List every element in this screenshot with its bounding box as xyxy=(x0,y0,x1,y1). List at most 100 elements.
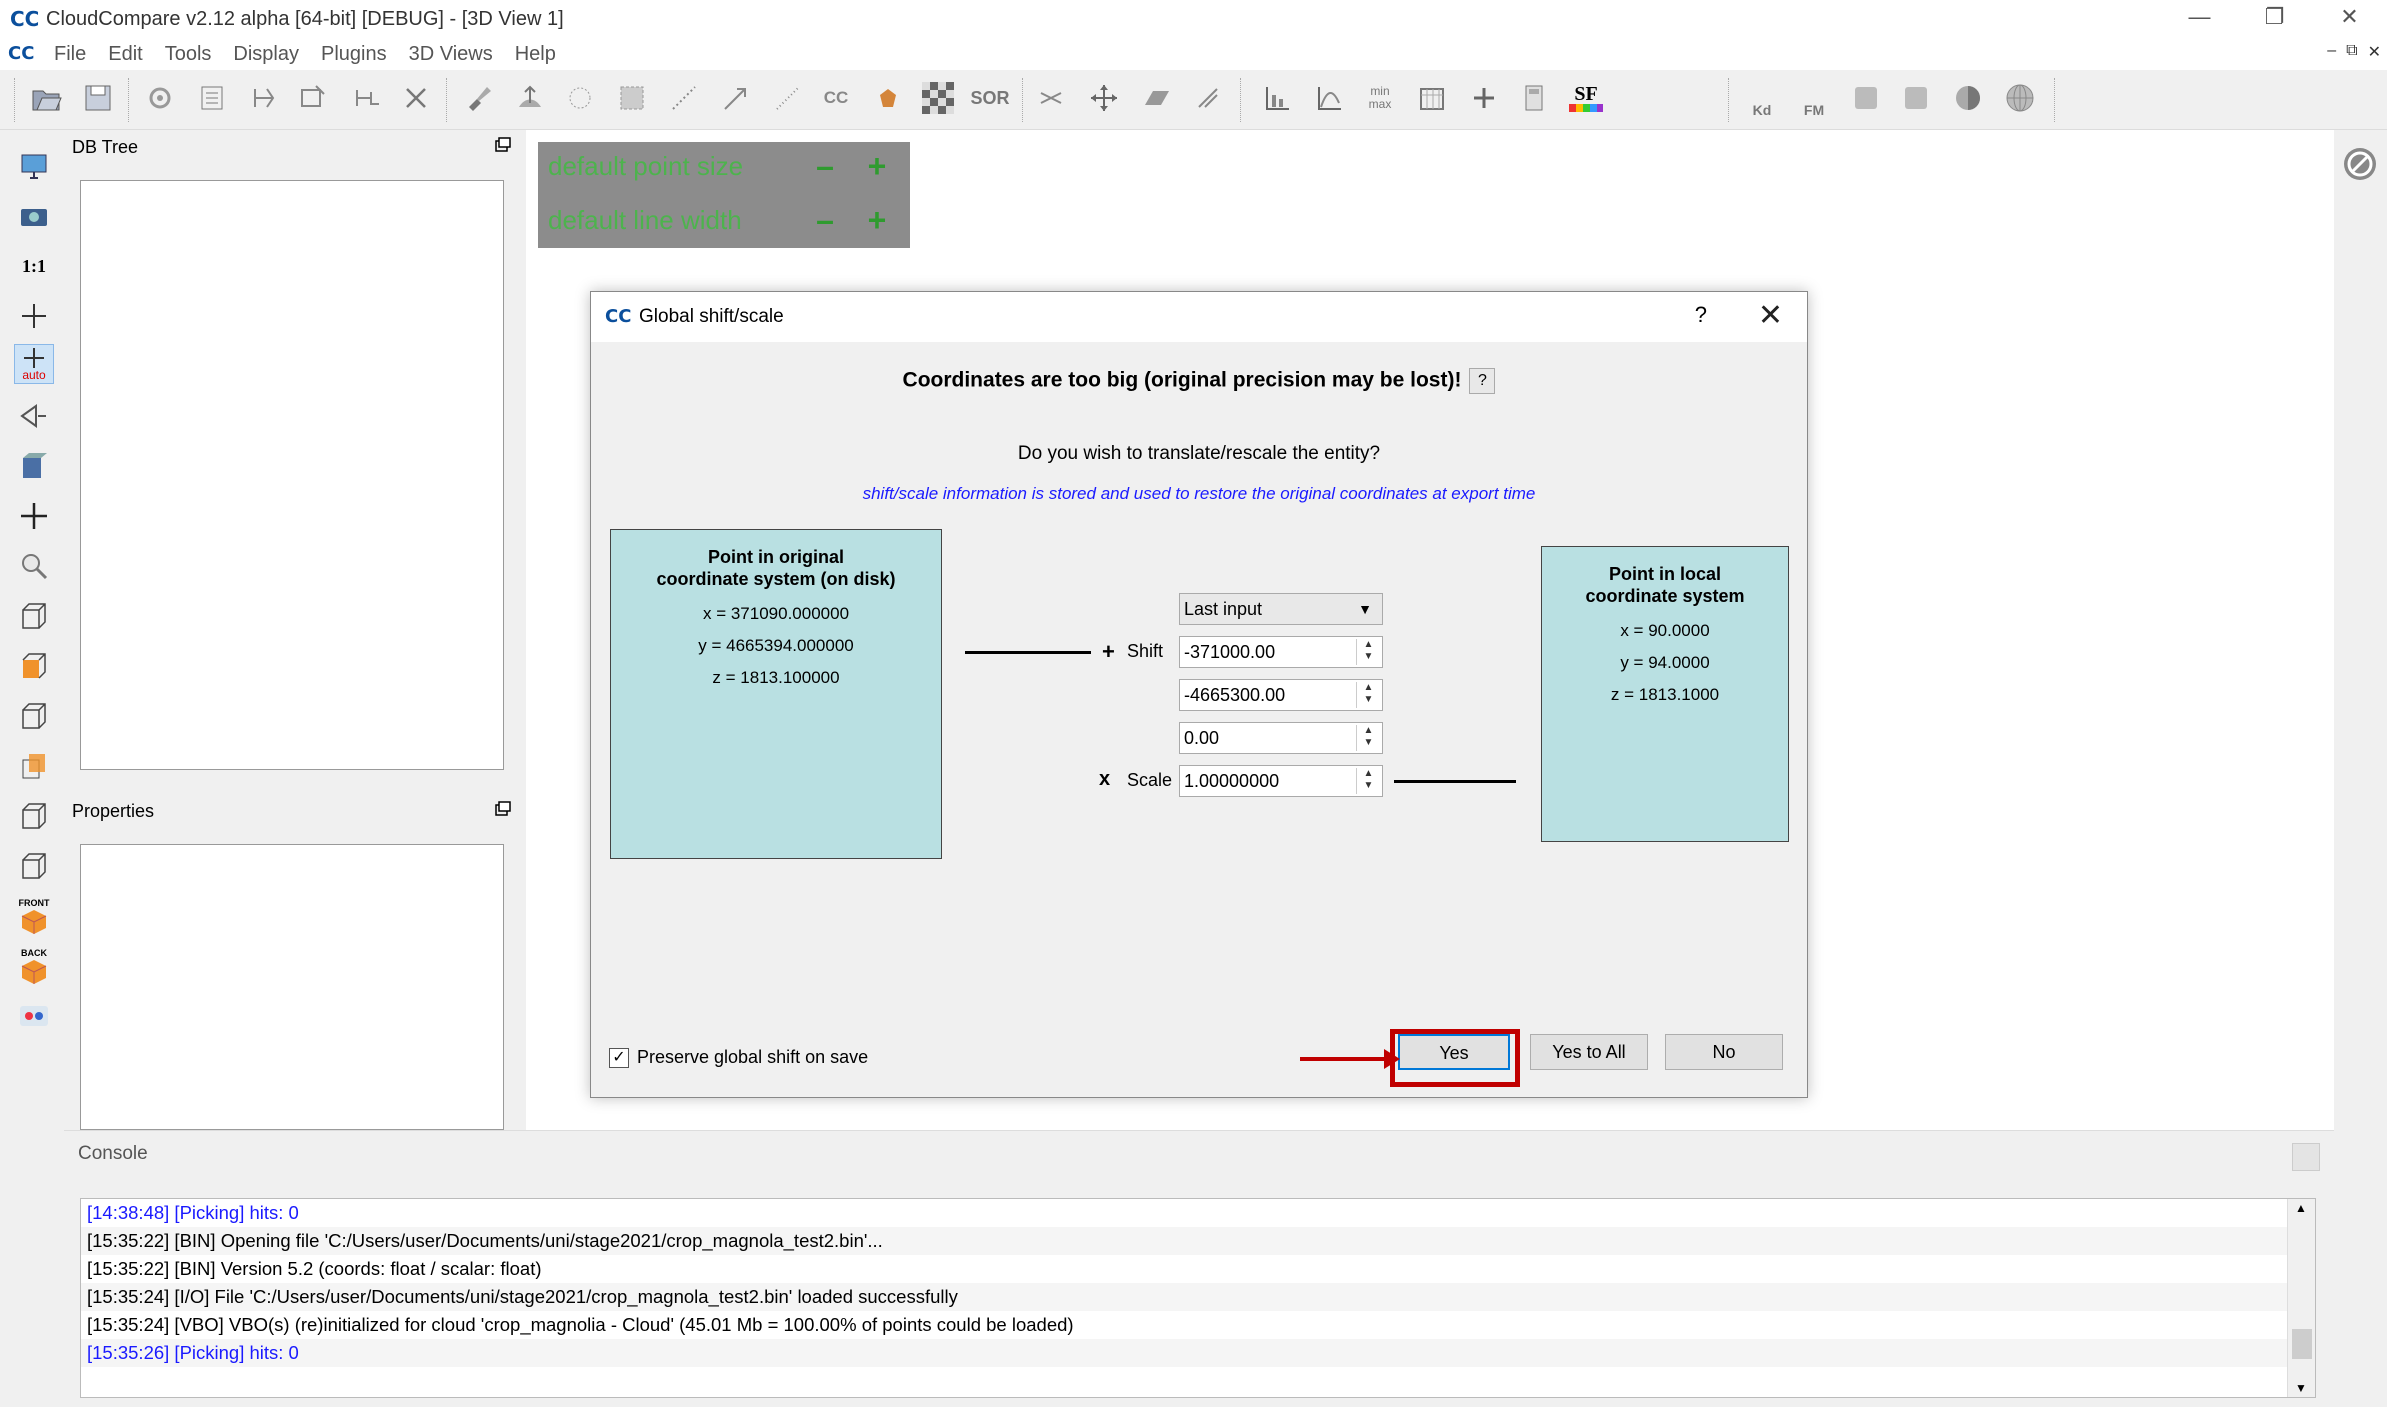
monitor-icon[interactable] xyxy=(14,146,54,186)
stereo-icon[interactable] xyxy=(14,996,54,1036)
sf-icon[interactable]: SF xyxy=(1566,78,1606,118)
checkerboard-icon[interactable] xyxy=(918,78,958,118)
point-size-minus-button[interactable]: – xyxy=(808,149,842,183)
calculator-icon[interactable] xyxy=(1514,78,1554,118)
menu-edit[interactable]: Edit xyxy=(108,43,142,66)
toolbar-grip[interactable] xyxy=(14,78,16,122)
menu-3d-views[interactable]: 3D Views xyxy=(409,43,493,66)
delete-icon[interactable] xyxy=(396,78,436,118)
disable-icon[interactable] xyxy=(2340,144,2380,184)
mdi-close-button[interactable]: ✕ xyxy=(2368,42,2381,62)
db-tree-view[interactable] xyxy=(80,180,504,770)
close-window-button[interactable]: ✕ xyxy=(2312,0,2387,34)
gear-icon[interactable] xyxy=(140,78,180,118)
scissors-icon[interactable] xyxy=(1032,78,1072,118)
properties-view[interactable] xyxy=(80,844,504,1130)
rotate-move-icon[interactable] xyxy=(14,496,54,536)
mdi-minimize-button[interactable]: – xyxy=(2327,42,2336,62)
camera-icon[interactable] xyxy=(14,196,54,236)
subsample-icon[interactable] xyxy=(294,78,334,118)
right-view-icon[interactable] xyxy=(14,796,54,836)
left-view-icon[interactable] xyxy=(14,696,54,736)
console-undock-button[interactable] xyxy=(2292,1143,2320,1171)
console-log[interactable]: [14:38:48] [Picking] hits: 0 [15:35:22] … xyxy=(80,1198,2316,1398)
mdi-restore-button[interactable]: ⧉ xyxy=(2346,42,2357,62)
menu-file[interactable]: File xyxy=(54,43,86,66)
preserve-shift-checkbox[interactable]: ✓ Preserve global shift on save xyxy=(609,1047,868,1068)
plane-icon[interactable] xyxy=(1136,78,1176,118)
perspective-icon[interactable] xyxy=(14,396,54,436)
segment-icon[interactable] xyxy=(348,78,388,118)
menu-plugins[interactable]: Plugins xyxy=(321,43,387,66)
sor-icon[interactable]: SOR xyxy=(970,78,1010,118)
measure-icon[interactable] xyxy=(1188,78,1228,118)
menu-tools[interactable]: Tools xyxy=(165,43,212,66)
back-iso-icon[interactable]: BACK xyxy=(14,946,54,986)
cube-view-icon[interactable] xyxy=(14,446,54,486)
minimize-button[interactable]: — xyxy=(2162,0,2237,34)
no-button[interactable]: No xyxy=(1665,1034,1783,1070)
csv-export-icon[interactable] xyxy=(1846,78,1886,118)
scatter-icon[interactable] xyxy=(768,78,808,118)
sphere-shade-icon[interactable] xyxy=(1948,78,1988,118)
brush-icon[interactable] xyxy=(458,78,498,118)
back-view-icon[interactable] xyxy=(14,746,54,786)
shift-y-spinbox[interactable]: -4665300.00 ▲ ▼ xyxy=(1179,679,1383,711)
dialog-help-button[interactable]: ? xyxy=(1695,302,1707,328)
sample-icon[interactable] xyxy=(664,78,704,118)
scale-spinbox[interactable]: 1.00000000 ▲ ▼ xyxy=(1179,765,1383,797)
warning-help-button[interactable]: ? xyxy=(1469,368,1496,394)
console-scrollbar[interactable]: ▲ ▼ xyxy=(2287,1199,2315,1397)
kd-tree-icon[interactable]: Kd xyxy=(1742,78,1782,118)
pivot-icon[interactable] xyxy=(14,296,54,336)
scroll-down-icon[interactable]: ▼ xyxy=(2295,1381,2307,1395)
shift-z-spinbox[interactable]: 0.00 ▲ ▼ xyxy=(1179,722,1383,754)
octree-icon[interactable] xyxy=(560,78,600,118)
spin-arrows-icon[interactable]: ▲ ▼ xyxy=(1356,768,1380,794)
cc-icon[interactable]: CC xyxy=(816,78,856,118)
csv-import-icon[interactable] xyxy=(1896,78,1936,118)
restore-button[interactable]: ❐ xyxy=(2237,0,2312,34)
line-width-plus-button[interactable]: + xyxy=(860,203,894,237)
front-iso-icon[interactable]: FRONT xyxy=(14,896,54,936)
front-view-icon[interactable] xyxy=(14,646,54,686)
spin-arrows-icon[interactable]: ▲ ▼ xyxy=(1356,725,1380,751)
spin-arrows-icon[interactable]: ▲ ▼ xyxy=(1356,639,1380,665)
scrollbar-thumb[interactable] xyxy=(2292,1329,2312,1359)
preset-combobox[interactable]: Last input ▼ xyxy=(1179,593,1383,625)
align-icon[interactable] xyxy=(716,78,756,118)
move-icon[interactable] xyxy=(1084,78,1124,118)
point-size-plus-button[interactable]: + xyxy=(860,149,894,183)
merge-icon[interactable] xyxy=(244,78,284,118)
auto-pivot-icon[interactable]: auto xyxy=(14,344,54,384)
distribution-icon[interactable] xyxy=(1310,78,1350,118)
properties-title: Properties xyxy=(72,800,155,821)
spin-arrows-icon[interactable]: ▲ ▼ xyxy=(1356,682,1380,708)
open-icon[interactable] xyxy=(26,78,66,118)
yes-to-all-button[interactable]: Yes to All xyxy=(1530,1034,1648,1070)
menu-help[interactable]: Help xyxy=(515,43,556,66)
menu-display[interactable]: Display xyxy=(233,43,299,66)
shift-x-spinbox[interactable]: -371000.00 ▲ ▼ xyxy=(1179,636,1383,668)
list-icon[interactable] xyxy=(192,78,232,118)
undock-icon[interactable] xyxy=(494,800,512,818)
scroll-up-icon[interactable]: ▲ xyxy=(2295,1201,2307,1215)
bottom-view-icon[interactable] xyxy=(14,846,54,886)
undock-icon[interactable] xyxy=(494,136,512,154)
min-max-icon[interactable]: min max xyxy=(1360,78,1400,118)
grid-icon[interactable] xyxy=(612,78,652,118)
normals-icon[interactable] xyxy=(510,78,550,118)
dialog-close-button[interactable]: ✕ xyxy=(1758,298,1783,333)
zoom-icon[interactable] xyxy=(14,546,54,586)
calendar-icon[interactable] xyxy=(1412,78,1452,118)
zoom-1-to-1-icon[interactable]: 1:1 xyxy=(14,246,54,286)
bucket-icon[interactable] xyxy=(868,78,908,118)
fm-icon[interactable]: FM xyxy=(1794,78,1834,118)
globe-icon[interactable] xyxy=(2000,78,2040,118)
top-view-icon[interactable] xyxy=(14,596,54,636)
line-width-minus-button[interactable]: – xyxy=(808,203,842,237)
save-icon[interactable] xyxy=(78,78,118,118)
checkmark-icon[interactable]: ✓ xyxy=(609,1047,629,1068)
histogram-icon[interactable] xyxy=(1258,78,1298,118)
add-icon[interactable] xyxy=(1464,78,1504,118)
